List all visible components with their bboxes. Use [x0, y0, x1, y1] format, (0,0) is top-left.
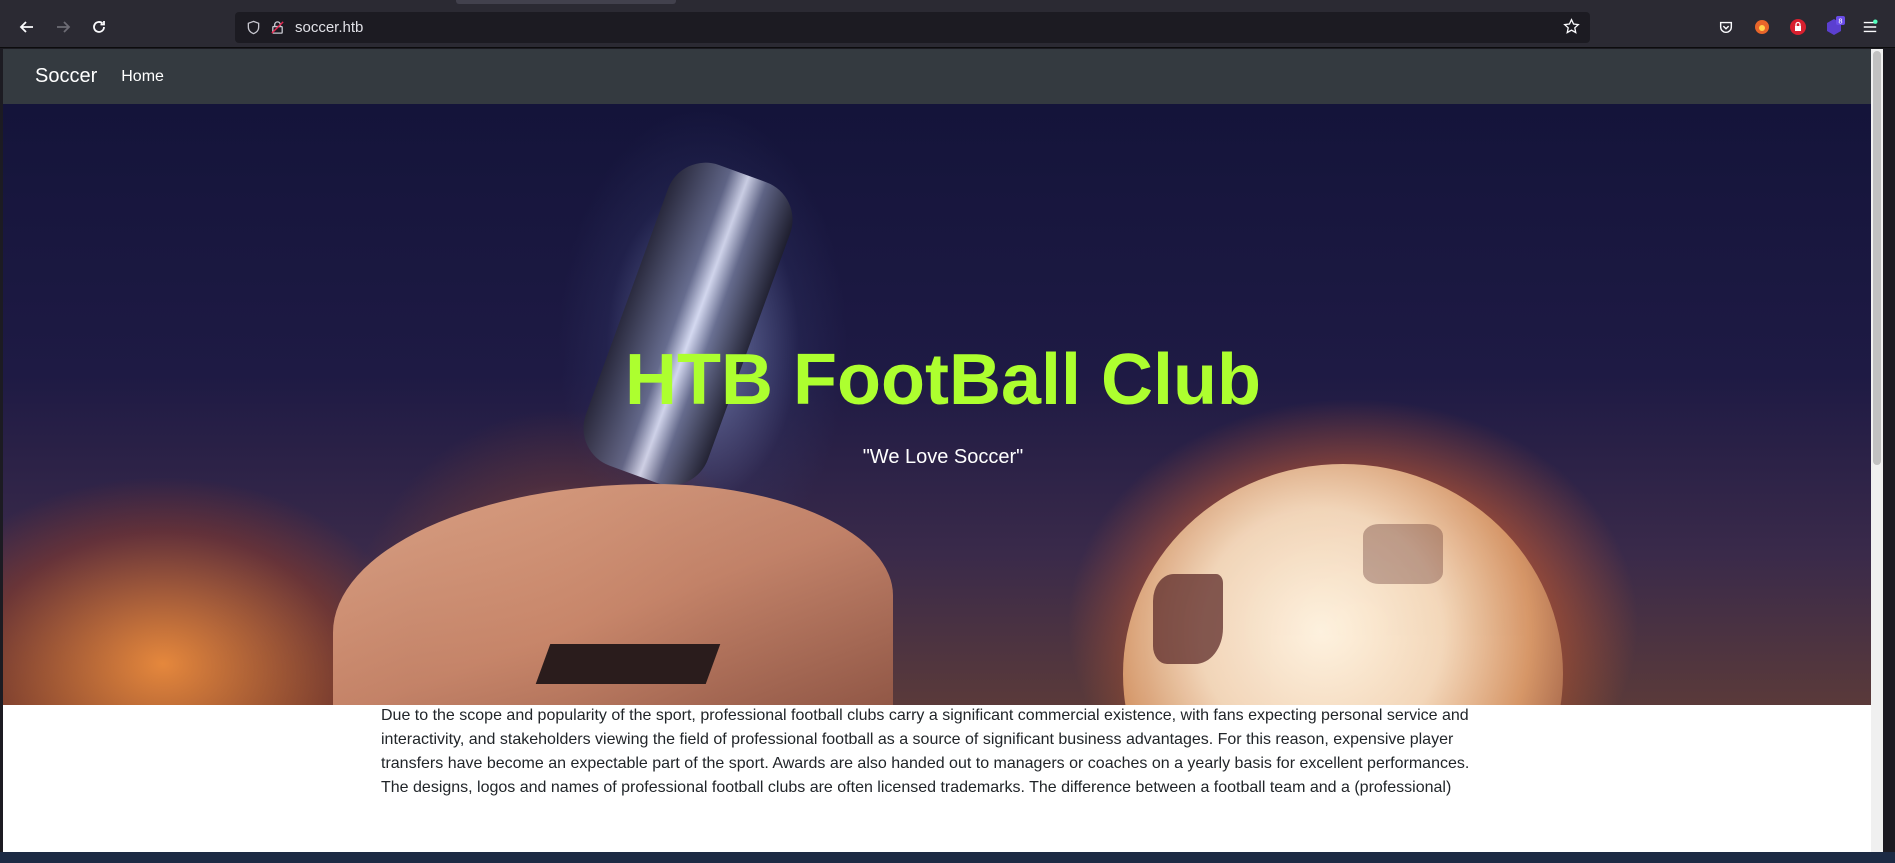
- hero-image-ball: [1123, 464, 1563, 705]
- address-bar[interactable]: soccer.htb: [235, 12, 1590, 43]
- nav-link-home[interactable]: Home: [121, 68, 164, 86]
- hamburger-menu-icon[interactable]: [1857, 14, 1883, 40]
- extension-fox-icon[interactable]: [1749, 14, 1775, 40]
- pocket-icon[interactable]: [1713, 14, 1739, 40]
- forward-button[interactable]: [48, 12, 78, 42]
- hero-banner: HTB FootBall Club "We Love Soccer": [3, 104, 1883, 705]
- back-button[interactable]: [12, 12, 42, 42]
- star-icon[interactable]: [1563, 18, 1580, 39]
- scrollbar-thumb[interactable]: [1873, 51, 1881, 465]
- reload-button[interactable]: [84, 12, 114, 42]
- extension-lock-icon[interactable]: [1785, 14, 1811, 40]
- shield-icon[interactable]: [243, 18, 263, 38]
- site-brand[interactable]: Soccer: [35, 65, 97, 88]
- page-scrollbar[interactable]: [1871, 49, 1883, 852]
- hero-image-boot-stripe: [535, 644, 721, 684]
- window-bottom-edge: [0, 852, 1895, 863]
- url-text[interactable]: soccer.htb: [295, 19, 363, 36]
- insecure-lock-icon[interactable]: [267, 18, 287, 38]
- intro-paragraph: Due to the scope and popularity of the s…: [381, 707, 1470, 796]
- extension-cube-icon[interactable]: 8: [1821, 14, 1847, 40]
- active-tab-indicator[interactable]: [456, 0, 676, 4]
- browser-toolbar: soccer.htb 8: [0, 0, 1895, 48]
- hero-title: HTB FootBall Club: [625, 340, 1261, 420]
- site-navbar: Soccer Home: [3, 49, 1883, 104]
- hero-subtitle: "We Love Soccer": [862, 446, 1024, 468]
- arrow-right-icon: [57, 21, 71, 33]
- reload-icon: [93, 21, 105, 33]
- arrow-left-icon: [19, 21, 33, 33]
- hero-image-stud: [572, 151, 804, 497]
- extension-badge: 8: [1838, 18, 1842, 26]
